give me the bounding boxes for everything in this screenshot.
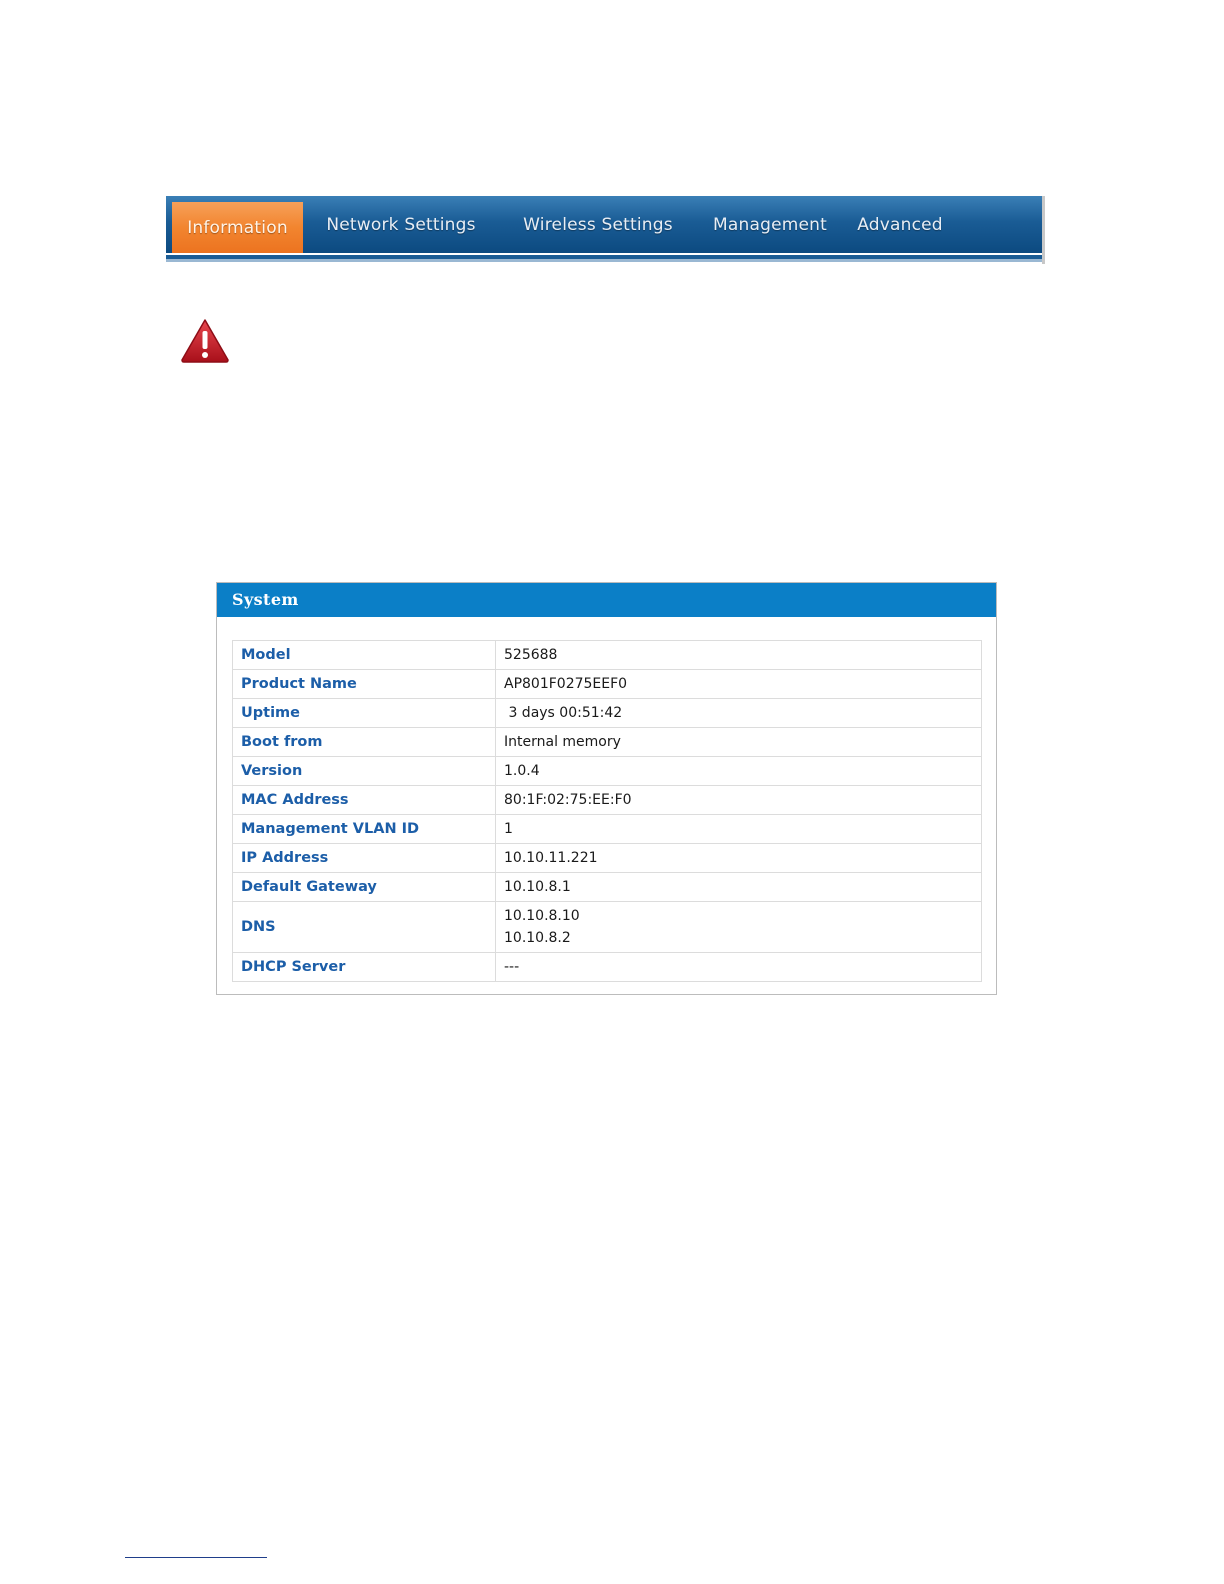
tab-management[interactable]: Management — [697, 196, 843, 253]
row-value-mac-address: 80:1F:02:75:EE:F0 — [495, 785, 982, 815]
table-row: Version 1.0.4 — [232, 756, 982, 786]
row-label-default-gateway: Default Gateway — [232, 872, 496, 902]
row-label-ip-address: IP Address — [232, 843, 496, 873]
tab-network-settings[interactable]: Network Settings — [303, 196, 499, 253]
row-value-ip-address: 10.10.11.221 — [495, 843, 982, 873]
row-label-version: Version — [232, 756, 496, 786]
table-row: MAC Address 80:1F:02:75:EE:F0 — [232, 785, 982, 815]
system-panel-title: System — [217, 583, 996, 617]
warning-triangle-icon — [180, 318, 230, 364]
row-value-product-name: AP801F0275EEF0 — [495, 669, 982, 699]
row-value-model: 525688 — [495, 640, 982, 670]
row-label-uptime: Uptime — [232, 698, 496, 728]
row-label-mac-address: MAC Address — [232, 785, 496, 815]
table-row: Management VLAN ID 1 — [232, 814, 982, 844]
row-label-dns: DNS — [232, 901, 496, 953]
row-label-boot-from: Boot from — [232, 727, 496, 757]
footer-divider — [125, 1557, 267, 1558]
table-row: DNS 10.10.8.10 10.10.8.2 — [232, 901, 982, 953]
system-panel: System Model 525688 Product Name AP801F0… — [216, 582, 997, 995]
top-navigation-bar: Information Network Settings Wireless Se… — [166, 196, 1045, 264]
nav-tab-strip: Information Network Settings Wireless Se… — [166, 196, 1042, 253]
table-row: Product Name AP801F0275EEF0 — [232, 669, 982, 699]
row-label-dhcp-server: DHCP Server — [232, 952, 496, 982]
table-row: IP Address 10.10.11.221 — [232, 843, 982, 873]
row-value-uptime: 3 days 00:51:42 — [495, 698, 982, 728]
tab-advanced[interactable]: Advanced — [843, 196, 957, 253]
table-row: Boot from Internal memory — [232, 727, 982, 757]
table-row: Uptime 3 days 00:51:42 — [232, 698, 982, 728]
row-value-version: 1.0.4 — [495, 756, 982, 786]
tab-wireless-settings[interactable]: Wireless Settings — [499, 196, 697, 253]
row-value-dns: 10.10.8.10 10.10.8.2 — [495, 901, 982, 953]
row-label-product-name: Product Name — [232, 669, 496, 699]
table-row: Default Gateway 10.10.8.1 — [232, 872, 982, 902]
row-label-management-vlan-id: Management VLAN ID — [232, 814, 496, 844]
nav-underline-light — [166, 259, 1042, 262]
row-value-management-vlan-id: 1 — [495, 814, 982, 844]
system-info-table: Model 525688 Product Name AP801F0275EEF0… — [232, 640, 982, 982]
table-row: Model 525688 — [232, 640, 982, 670]
tab-information[interactable]: Information — [172, 202, 303, 253]
row-value-default-gateway: 10.10.8.1 — [495, 872, 982, 902]
row-label-model: Model — [232, 640, 496, 670]
table-row: DHCP Server --- — [232, 952, 982, 982]
dns-secondary: 10.10.8.2 — [504, 930, 571, 946]
dns-primary: 10.10.8.10 — [504, 908, 580, 924]
row-value-boot-from: Internal memory — [495, 727, 982, 757]
row-value-dhcp-server: --- — [495, 952, 982, 982]
